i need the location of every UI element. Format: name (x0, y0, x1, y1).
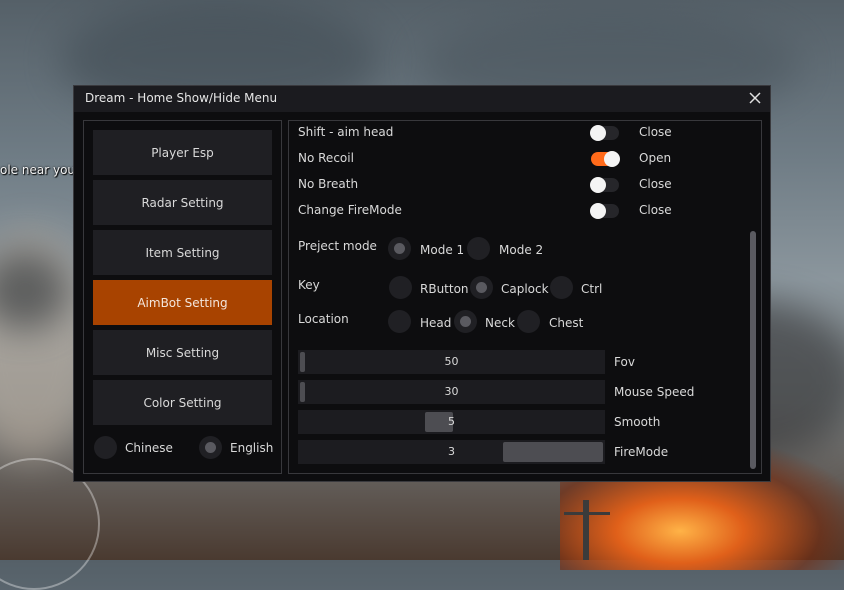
key-radio-ctrl[interactable] (550, 276, 573, 299)
nav-aimbot-setting[interactable]: AimBot Setting (93, 280, 272, 325)
toggle-change-firemode[interactable] (590, 203, 619, 219)
toggle-label-no-breath: No Breath (298, 177, 359, 191)
close-icon (749, 92, 761, 104)
nav-radar-setting[interactable]: Radar Setting (93, 180, 272, 225)
nav-item-setting[interactable]: Item Setting (93, 230, 272, 275)
toggle-label-change-firemode: Change FireMode (298, 203, 402, 217)
preject-mode-option-1: Mode 1 (420, 243, 465, 257)
slider-value: 5 (448, 415, 455, 428)
antenna (583, 500, 589, 560)
game-message: ole near you. (0, 163, 79, 177)
location-radio-neck[interactable] (454, 310, 477, 333)
nav-panel: Player Esp Radar Setting Item Setting Ai… (83, 120, 282, 474)
nav-misc-setting[interactable]: Misc Setting (93, 330, 272, 375)
toggle-knob (590, 177, 606, 193)
slider-fov[interactable]: 50 (298, 350, 605, 374)
slider-firemode[interactable]: 3 (298, 440, 605, 464)
language-radio-english[interactable] (199, 436, 222, 459)
toggle-shift-aim-head[interactable] (590, 125, 619, 141)
key-label: Key (298, 278, 320, 292)
nav-player-esp[interactable]: Player Esp (93, 130, 272, 175)
key-radio-rbutton[interactable] (389, 276, 412, 299)
antenna-crossbar (564, 512, 610, 515)
slider-mouse-speed[interactable]: 30 (298, 380, 605, 404)
preject-mode-radio-1[interactable] (388, 237, 411, 260)
location-radio-head[interactable] (388, 310, 411, 333)
toggle-knob (590, 125, 606, 141)
toggle-state-shift-aim-head: Close (639, 125, 672, 139)
toggle-no-recoil[interactable] (591, 151, 620, 167)
toggle-knob (604, 151, 620, 167)
slider-label-smooth: Smooth (614, 415, 661, 429)
toggle-label-no-recoil: No Recoil (298, 151, 354, 165)
slider-value: 3 (448, 445, 455, 458)
slider-smooth[interactable]: 5 (298, 410, 605, 434)
language-label-english: English (230, 441, 274, 455)
toggle-state-no-recoil: Open (639, 151, 672, 165)
language-label-chinese: Chinese (125, 441, 173, 455)
key-radio-caplock[interactable] (470, 276, 493, 299)
menu-window: Dream - Home Show/Hide Menu Player Esp R… (73, 85, 771, 482)
nav-color-setting[interactable]: Color Setting (93, 380, 272, 425)
preject-mode-option-2: Mode 2 (499, 243, 544, 257)
scrollbar-track[interactable] (749, 123, 757, 471)
scrollbar-thumb[interactable] (750, 231, 756, 469)
slider-label-firemode: FireMode (614, 445, 669, 459)
window-title: Dream - Home Show/Hide Menu (85, 91, 278, 105)
key-option-ctrl: Ctrl (581, 282, 603, 296)
toggle-knob (590, 203, 606, 219)
location-radio-chest[interactable] (517, 310, 540, 333)
language-radio-chinese[interactable] (94, 436, 117, 459)
slider-label-fov: Fov (614, 355, 635, 369)
toggle-state-change-firemode: Close (639, 203, 672, 217)
toggle-label-shift-aim-head: Shift - aim head (298, 125, 394, 139)
location-label: Location (298, 312, 349, 326)
settings-panel: Shift - aim head Close No Recoil Open No… (288, 120, 762, 474)
close-button[interactable] (746, 89, 764, 107)
location-option-neck: Neck (485, 316, 515, 330)
slider-value: 50 (444, 355, 459, 368)
preject-mode-radio-2[interactable] (467, 237, 490, 260)
toggle-state-no-breath: Close (639, 177, 672, 191)
slider-value: 30 (444, 385, 459, 398)
preject-mode-label: Preject mode (298, 239, 377, 253)
location-option-head: Head (420, 316, 452, 330)
location-option-chest: Chest (549, 316, 584, 330)
slider-label-mouse-speed: Mouse Speed (614, 385, 695, 399)
key-option-caplock: Caplock (501, 282, 549, 296)
title-bar[interactable]: Dream - Home Show/Hide Menu (74, 86, 770, 112)
toggle-no-breath[interactable] (590, 177, 619, 193)
key-option-rbutton: RButton (420, 282, 469, 296)
